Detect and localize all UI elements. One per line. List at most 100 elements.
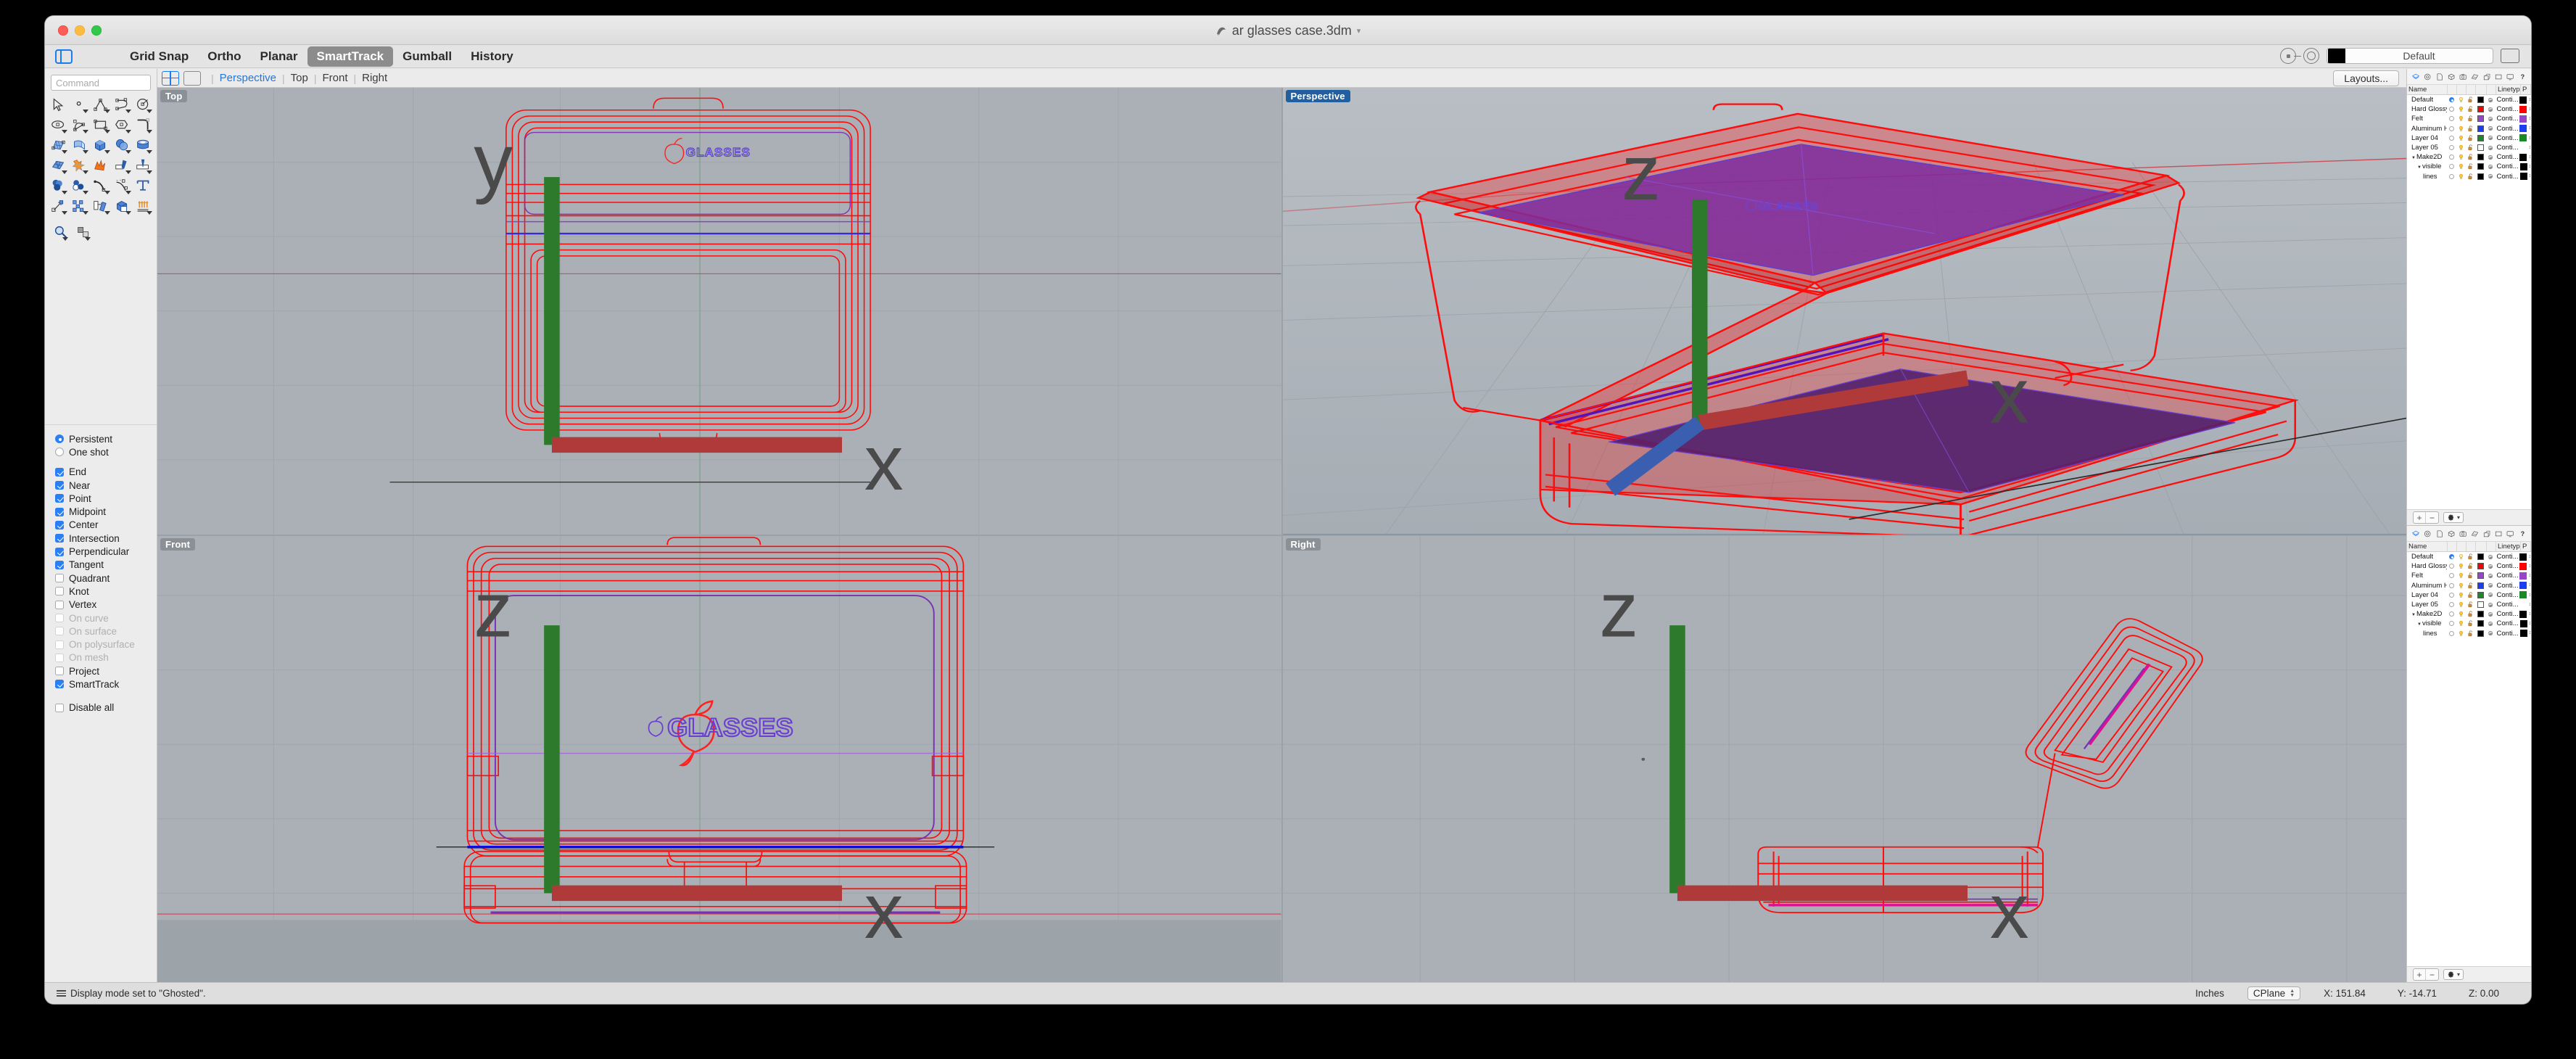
osnap-midpoint-row[interactable]: Midpoint (55, 505, 157, 518)
layer-color-swatch[interactable] (2475, 611, 2486, 618)
layers-list-bottom[interactable]: DefaultConti...↕↕Hard Glossy P...Conti..… (2407, 552, 2531, 966)
viewport-tab-front[interactable]: Front (322, 72, 347, 84)
layer-color-swatch[interactable] (2475, 601, 2486, 609)
named-cplanes-icon[interactable] (2483, 529, 2490, 539)
cplane-selector[interactable]: CPlane ▲ ▼ (2247, 986, 2301, 1000)
checkbox-tangent[interactable] (55, 560, 64, 569)
layer-print-color[interactable]: ↕ (2519, 601, 2531, 609)
layer-linetype[interactable]: Conti... ↕ (2496, 630, 2522, 638)
layer-visibility-icon[interactable] (2456, 125, 2466, 132)
polyline-tool[interactable] (91, 95, 110, 114)
layer-color-swatch[interactable] (2475, 163, 2486, 170)
osnap-disableall-row[interactable]: Disable all (55, 701, 157, 714)
viewport-top[interactable]: Top GLASSES y x (157, 88, 1281, 535)
layer-material-icon[interactable] (2486, 115, 2496, 123)
layer-row[interactable]: Default Conti... ↕ ↕ (2407, 552, 2531, 561)
layer-print-color[interactable]: ↕ (2519, 105, 2531, 113)
checkbox-near[interactable] (55, 481, 64, 490)
layer-current-toggle[interactable] (2447, 611, 2456, 617)
layouts-button[interactable]: Layouts... (2333, 70, 2399, 86)
add-remove-layer-group[interactable]: + − (2413, 511, 2439, 524)
current-layer-selector[interactable]: Default (2327, 48, 2493, 64)
offset-curve-tool[interactable] (91, 176, 110, 195)
remove-layer-button[interactable]: − (2426, 512, 2438, 523)
sidebar-toggle-icon[interactable] (55, 49, 73, 64)
layer-current-toggle[interactable] (2448, 630, 2457, 636)
layer-visibility-icon[interactable] (2456, 592, 2466, 598)
layer-print-color[interactable]: ↕ (2519, 153, 2531, 161)
explode-tool[interactable] (91, 156, 110, 175)
layer-material-icon[interactable] (2486, 106, 2496, 113)
osnap-end-row[interactable]: End (55, 466, 157, 479)
checkbox-point[interactable] (55, 494, 64, 503)
checkbox-quadrant[interactable] (55, 574, 64, 583)
layer-visibility-icon[interactable] (2456, 144, 2466, 151)
sphere-tool[interactable] (112, 136, 132, 154)
layer-visibility-icon[interactable] (2456, 563, 2466, 569)
viewport-perspective[interactable]: Perspective GLASSES z x (1282, 88, 2406, 535)
layer-material-icon[interactable] (2486, 591, 2496, 598)
osnap-vertex-row[interactable]: Vertex (55, 598, 157, 611)
layer-lock-icon[interactable] (2466, 572, 2475, 579)
layer-current-toggle[interactable] (2447, 573, 2456, 579)
layer-current-toggle[interactable] (2447, 107, 2456, 112)
layer-color-swatch[interactable] (2475, 630, 2486, 637)
rectangle-tool[interactable] (91, 115, 110, 134)
split-tool[interactable] (133, 156, 153, 175)
box-tool[interactable] (91, 136, 110, 154)
layer-current-toggle[interactable] (2447, 125, 2456, 131)
four-viewport-icon[interactable] (162, 70, 179, 86)
layer-lock-icon[interactable] (2466, 630, 2475, 637)
layer-linetype[interactable]: Conti... ↕ (2495, 582, 2522, 590)
layer-color-swatch[interactable] (2475, 134, 2486, 141)
toggle-grid-snap[interactable]: Grid Snap (120, 46, 198, 67)
layer-current-toggle[interactable] (2447, 554, 2456, 560)
properties-icon[interactable] (2424, 529, 2431, 539)
layer-row[interactable]: ▼Make2D Conti... ↕ ↕ (2407, 152, 2531, 162)
layer-print-color[interactable]: ↕ (2519, 144, 2531, 152)
layer-linetype[interactable]: Conti... ↕ (2495, 144, 2522, 152)
notes-icon[interactable] (2436, 529, 2443, 539)
layer-current-toggle[interactable] (2447, 135, 2456, 141)
layer-lock-icon[interactable] (2466, 96, 2475, 103)
layers-icon[interactable] (2412, 72, 2420, 82)
viewport-right[interactable]: Right z x (1282, 535, 2406, 982)
layer-color-swatch[interactable] (2475, 154, 2486, 161)
checkbox-project[interactable] (55, 667, 64, 676)
layer-linetype[interactable]: Conti... ↕ (2495, 125, 2522, 133)
dimension-tool[interactable] (112, 176, 132, 195)
toggle-history[interactable]: History (461, 46, 523, 67)
layer-lock-icon[interactable] (2466, 154, 2475, 160)
layer-row[interactable]: Aluminum Hin... Conti...↕↕ (2407, 581, 2531, 590)
layer-material-icon[interactable] (2486, 96, 2496, 104)
layer-linetype[interactable]: Conti... ↕ (2495, 553, 2522, 561)
copy-tool[interactable] (91, 197, 110, 215)
osnap-perpendicular-row[interactable]: Perpendicular (55, 545, 157, 558)
layer-linetype[interactable]: Conti... ↕ (2495, 105, 2522, 113)
help-icon[interactable]: ? (2519, 72, 2526, 82)
trim-tool[interactable] (112, 156, 132, 175)
layer-lock-icon[interactable] (2466, 115, 2475, 122)
layers-options-button[interactable]: ▾ (2443, 969, 2464, 980)
layer-row[interactable]: lines Conti... ↕ ↕ (2407, 629, 2531, 638)
layer-current-toggle[interactable] (2447, 582, 2456, 588)
layer-visibility-icon[interactable] (2456, 154, 2466, 160)
radio-persistent[interactable] (55, 434, 64, 444)
layer-visibility-icon[interactable] (2456, 106, 2466, 112)
sweep-surface-tool[interactable] (70, 136, 89, 154)
object-icon[interactable] (2448, 529, 2455, 539)
zoom-tool[interactable] (54, 223, 69, 242)
checkbox-intersection[interactable] (55, 534, 64, 543)
curve-tool[interactable] (112, 95, 132, 114)
layer-visibility-icon[interactable] (2456, 611, 2466, 617)
osnap-point-row[interactable]: Point (55, 492, 157, 505)
layer-lock-icon[interactable] (2466, 173, 2475, 180)
layer-color-swatch[interactable] (2475, 572, 2486, 580)
layer-lock-icon[interactable] (2466, 553, 2475, 560)
osnap-oneshot-row[interactable]: One shot (55, 445, 157, 458)
layer-linetype[interactable]: Conti... ↕ (2495, 562, 2522, 570)
object-icon[interactable] (2448, 72, 2455, 82)
layer-current-toggle[interactable] (2448, 173, 2457, 179)
layer-material-icon[interactable] (2486, 630, 2496, 637)
layer-current-toggle[interactable] (2447, 592, 2456, 598)
